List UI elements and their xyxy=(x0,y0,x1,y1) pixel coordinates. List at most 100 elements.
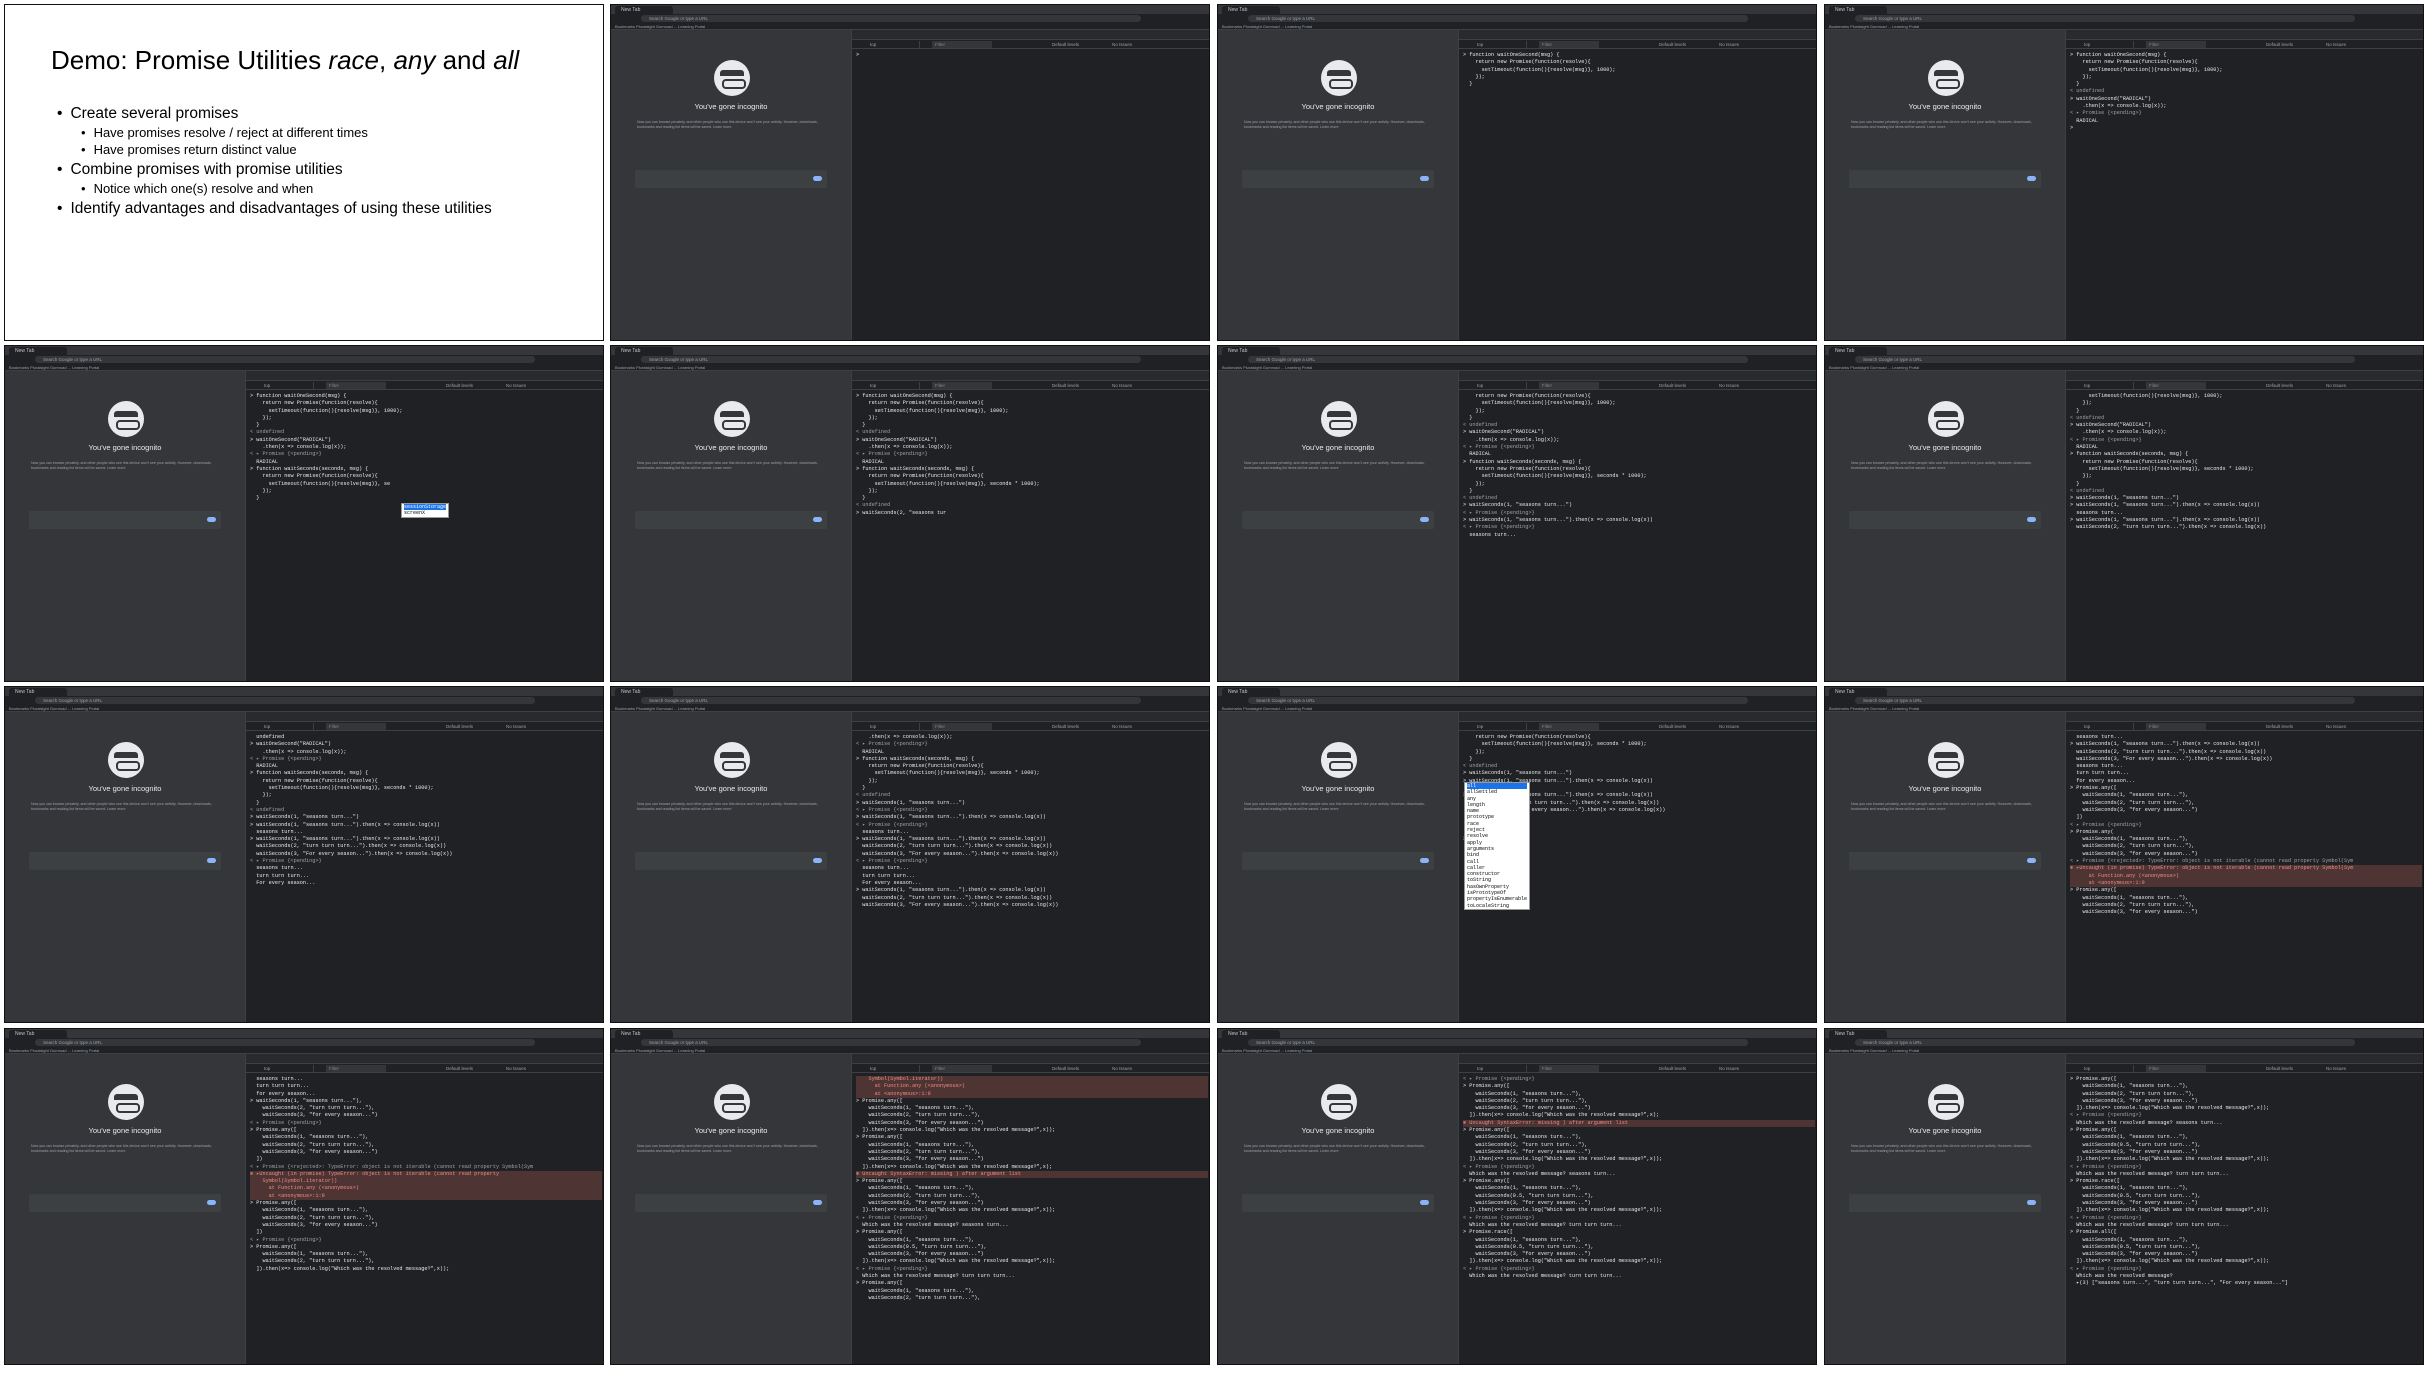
third-party-cookies-toggle[interactable] xyxy=(29,1194,221,1212)
levels-dropdown[interactable]: Default levels xyxy=(1659,1065,1686,1072)
third-party-cookies-toggle[interactable] xyxy=(635,511,827,529)
console-output[interactable]: > Promise.any([ waitSeconds(1, "seasons … xyxy=(2066,1074,2423,1364)
browser-tab[interactable]: New Tab xyxy=(9,688,67,696)
third-party-cookies-toggle[interactable] xyxy=(1242,852,1434,870)
issues-button[interactable]: No Issues xyxy=(1719,723,1739,730)
levels-dropdown[interactable]: Default levels xyxy=(1052,1065,1079,1072)
browser-tab[interactable]: New Tab xyxy=(9,1030,67,1038)
autocomplete-item[interactable]: propertyIsEnumerable xyxy=(1467,896,1527,902)
third-party-cookies-toggle[interactable] xyxy=(1242,170,1434,188)
browser-tab[interactable]: New Tab xyxy=(615,347,673,355)
console-output[interactable]: > function waitOneSecond(msg) { return n… xyxy=(1459,50,1816,340)
context-selector[interactable]: top xyxy=(1477,41,1527,48)
browser-tab[interactable]: New Tab xyxy=(1222,1030,1280,1038)
context-selector[interactable]: top xyxy=(264,1065,314,1072)
console-output[interactable]: < ▸ Promise {<pending>} > Promise.any([ w… xyxy=(1459,1074,1816,1364)
context-selector[interactable]: top xyxy=(1477,382,1527,389)
filter-input[interactable]: Filter xyxy=(326,1065,386,1072)
issues-button[interactable]: No Issues xyxy=(506,382,526,389)
console-output[interactable]: > function waitOneSecond(msg) { return n… xyxy=(2066,50,2423,340)
filter-input[interactable]: Filter xyxy=(2146,41,2206,48)
filter-input[interactable]: Filter xyxy=(326,382,386,389)
browser-tab[interactable]: New Tab xyxy=(1829,1030,1887,1038)
context-selector[interactable]: top xyxy=(870,41,920,48)
bookmarks-bar[interactable]: Bookmarks Pluralsight Gumroad ... Learni… xyxy=(1825,705,2423,712)
context-selector[interactable]: top xyxy=(264,382,314,389)
console-output[interactable]: > xyxy=(852,50,1209,340)
context-selector[interactable]: top xyxy=(264,723,314,730)
third-party-cookies-toggle[interactable] xyxy=(1849,1194,2041,1212)
levels-dropdown[interactable]: Default levels xyxy=(1052,41,1079,48)
autocomplete-item[interactable]: screenX xyxy=(404,510,446,516)
third-party-cookies-toggle[interactable] xyxy=(1849,170,2041,188)
third-party-cookies-toggle[interactable] xyxy=(1849,852,2041,870)
issues-button[interactable]: No Issues xyxy=(2326,41,2346,48)
browser-tab[interactable]: New Tab xyxy=(1222,688,1280,696)
console-output[interactable]: seasons turn... > waitSeconds(1, "seasons… xyxy=(2066,732,2423,1022)
browser-tab[interactable]: New Tab xyxy=(1222,6,1280,14)
console-output[interactable]: seasons turn... turn turn turn... for ev… xyxy=(246,1074,603,1364)
issues-button[interactable]: No Issues xyxy=(1719,382,1739,389)
third-party-cookies-toggle[interactable] xyxy=(29,511,221,529)
issues-button[interactable]: No Issues xyxy=(2326,1065,2346,1072)
omnibox[interactable]: Search Google or type a URL xyxy=(641,15,1141,22)
browser-tab[interactable]: New Tab xyxy=(615,688,673,696)
omnibox[interactable]: Search Google or type a URL xyxy=(1855,697,2355,704)
filter-input[interactable]: Filter xyxy=(326,723,386,730)
levels-dropdown[interactable]: Default levels xyxy=(2266,723,2293,730)
console-output[interactable]: Symbol(Symbol.iterator)) at Function.any… xyxy=(852,1074,1209,1364)
filter-input[interactable]: Filter xyxy=(2146,382,2206,389)
context-selector[interactable]: top xyxy=(870,723,920,730)
levels-dropdown[interactable]: Default levels xyxy=(2266,41,2293,48)
issues-button[interactable]: No Issues xyxy=(1112,41,1132,48)
third-party-cookies-toggle[interactable] xyxy=(1242,1194,1434,1212)
browser-tab[interactable]: New Tab xyxy=(615,1030,673,1038)
filter-input[interactable]: Filter xyxy=(932,382,992,389)
levels-dropdown[interactable]: Default levels xyxy=(1659,382,1686,389)
browser-tab[interactable]: New Tab xyxy=(1829,6,1887,14)
browser-tab[interactable]: New Tab xyxy=(615,6,673,14)
context-selector[interactable]: top xyxy=(2084,41,2134,48)
browser-tab[interactable]: New Tab xyxy=(9,347,67,355)
third-party-cookies-toggle[interactable] xyxy=(1242,511,1434,529)
bookmarks-bar[interactable]: Bookmarks Pluralsight Gumroad ... Learni… xyxy=(1825,23,2423,30)
third-party-cookies-toggle[interactable] xyxy=(635,852,827,870)
omnibox[interactable]: Search Google or type a URL xyxy=(35,697,535,704)
omnibox[interactable]: Search Google or type a URL xyxy=(641,1039,1141,1046)
omnibox[interactable]: Search Google or type a URL xyxy=(1248,15,1748,22)
bookmarks-bar[interactable]: Bookmarks Pluralsight Gumroad ... Learni… xyxy=(5,705,603,712)
autocomplete-item[interactable]: toLocaleString xyxy=(1467,903,1527,909)
levels-dropdown[interactable]: Default levels xyxy=(1659,41,1686,48)
omnibox[interactable]: Search Google or type a URL xyxy=(35,356,535,363)
third-party-cookies-toggle[interactable] xyxy=(635,1194,827,1212)
omnibox[interactable]: Search Google or type a URL xyxy=(1248,697,1748,704)
context-selector[interactable]: top xyxy=(2084,382,2134,389)
levels-dropdown[interactable]: Default levels xyxy=(446,1065,473,1072)
bookmarks-bar[interactable]: Bookmarks Pluralsight Gumroad ... Learni… xyxy=(611,23,1209,30)
context-selector[interactable]: top xyxy=(870,1065,920,1072)
context-selector[interactable]: top xyxy=(2084,723,2134,730)
omnibox[interactable]: Search Google or type a URL xyxy=(1248,356,1748,363)
levels-dropdown[interactable]: Default levels xyxy=(2266,382,2293,389)
issues-button[interactable]: No Issues xyxy=(506,723,526,730)
omnibox[interactable]: Search Google or type a URL xyxy=(641,356,1141,363)
bookmarks-bar[interactable]: Bookmarks Pluralsight Gumroad ... Learni… xyxy=(1825,364,2423,371)
issues-button[interactable]: No Issues xyxy=(1112,1065,1132,1072)
filter-input[interactable]: Filter xyxy=(1539,1065,1599,1072)
issues-button[interactable]: No Issues xyxy=(1112,723,1132,730)
filter-input[interactable]: Filter xyxy=(2146,723,2206,730)
omnibox[interactable]: Search Google or type a URL xyxy=(1855,15,2355,22)
levels-dropdown[interactable]: Default levels xyxy=(446,723,473,730)
bookmarks-bar[interactable]: Bookmarks Pluralsight Gumroad ... Learni… xyxy=(1825,1047,2423,1054)
issues-button[interactable]: No Issues xyxy=(1112,382,1132,389)
third-party-cookies-toggle[interactable] xyxy=(29,852,221,870)
bookmarks-bar[interactable]: Bookmarks Pluralsight Gumroad ... Learni… xyxy=(5,1047,603,1054)
filter-input[interactable]: Filter xyxy=(2146,1065,2206,1072)
levels-dropdown[interactable]: Default levels xyxy=(1659,723,1686,730)
levels-dropdown[interactable]: Default levels xyxy=(1052,723,1079,730)
filter-input[interactable]: Filter xyxy=(932,723,992,730)
issues-button[interactable]: No Issues xyxy=(1719,41,1739,48)
third-party-cookies-toggle[interactable] xyxy=(635,170,827,188)
levels-dropdown[interactable]: Default levels xyxy=(446,382,473,389)
console-output[interactable]: return new Promise(function(resolve){ se… xyxy=(1459,391,1816,681)
